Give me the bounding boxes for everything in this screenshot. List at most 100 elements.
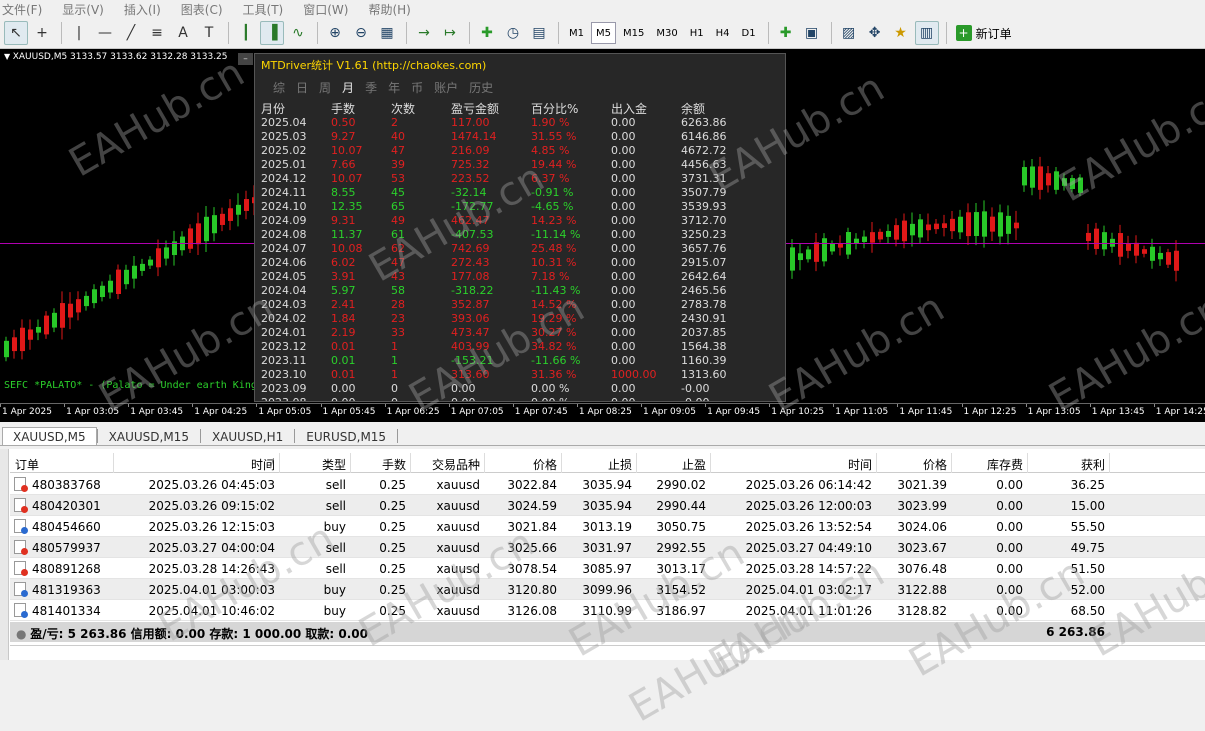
menu-item[interactable]: 文件(F) (2, 1, 42, 18)
auto-scroll-icon[interactable]: → (412, 21, 436, 45)
column-header[interactable]: 价格 (497, 456, 557, 473)
terminal-icon[interactable]: ▥ (914, 21, 939, 45)
candle-body (830, 243, 835, 252)
stats-tab[interactable]: 历史 (469, 79, 493, 96)
navigator-icon[interactable]: ✥ (863, 21, 887, 45)
new-chart-icon[interactable]: ✚ (774, 21, 798, 45)
tick-mark (1025, 404, 1027, 407)
cursor-icon[interactable]: ↖ (4, 21, 28, 45)
menu-item[interactable]: 图表(C) (181, 1, 223, 18)
timeframe-h1-button[interactable]: H1 (685, 22, 709, 44)
column-header[interactable]: 价格 (887, 456, 947, 473)
tile-windows-icon[interactable]: ▦ (375, 21, 399, 45)
zoom-out-icon[interactable]: ⊖ (349, 21, 373, 45)
stats-tab[interactable]: 账户 (434, 79, 458, 96)
stats-tab[interactable]: 季 (365, 79, 377, 96)
timeframe-d1-button[interactable]: D1 (737, 22, 761, 44)
table-row[interactable]: 481401334 2025.04.01 10:46:02 buy 0.25 xauus… (10, 600, 1205, 621)
new-order-button[interactable]: + 新订单 (952, 21, 1016, 45)
channel-icon[interactable]: ≡ (145, 21, 169, 45)
column-header[interactable]: 库存费 (963, 456, 1023, 473)
column-header[interactable]: 类型 (286, 456, 346, 473)
cell-tp: 2992.55 (656, 541, 706, 555)
menu-item[interactable]: 显示(V) (62, 1, 104, 18)
favorites-icon[interactable]: ★ (889, 21, 913, 45)
column-header[interactable]: 止损 (572, 456, 632, 473)
line-chart-icon[interactable]: ∿ (286, 21, 310, 45)
table-row[interactable]: 480383768 2025.03.26 04:45:03 sell 0.25 xauu… (10, 474, 1205, 495)
bar-chart-icon[interactable]: ┃ (234, 21, 258, 45)
profiles-icon[interactable]: ▣ (800, 21, 824, 45)
stats-tab[interactable]: 综 (273, 79, 285, 96)
panel-minimize-button[interactable]: – (238, 53, 253, 65)
column-divider (951, 453, 952, 473)
stats-cell-lots: 0.00 (331, 382, 356, 395)
menu-item[interactable]: 帮助(H) (368, 1, 410, 18)
horizontal-line-icon[interactable]: — (93, 21, 117, 45)
chart-tab[interactable]: EURUSD,M15 (295, 427, 397, 445)
stats-cell-count: 53 (391, 172, 405, 185)
table-row[interactable]: 480420301 2025.03.26 09:15:02 sell 0.25 xauu… (10, 495, 1205, 516)
stats-row: 2023.12 0.01 1 403.99 34.82 % 0.00 1564.38 (255, 340, 785, 354)
indicators-icon[interactable]: ✚ (475, 21, 499, 45)
market-watch-icon[interactable]: ▨ (837, 21, 861, 45)
candlestick-icon[interactable]: ▐ (260, 21, 284, 45)
toolbar-separator (228, 22, 229, 44)
order-sell-icon (14, 477, 28, 492)
candle-body (124, 269, 129, 285)
column-header[interactable]: 手数 (346, 456, 406, 473)
toolbar-separator (469, 22, 470, 44)
table-row[interactable]: 480454660 2025.03.26 12:15:03 buy 0.25 xauus… (10, 516, 1205, 537)
stats-tab[interactable]: 日 (296, 79, 308, 96)
periods-icon[interactable]: ◷ (501, 21, 525, 45)
candle-body (1046, 173, 1051, 186)
stats-cell-pct: 34.82 % (531, 340, 577, 353)
time-axis-tick: 1 Apr 07:45 (514, 407, 568, 417)
table-row[interactable]: 480891268 2025.03.28 14:26:43 sell 0.25 xauu… (10, 558, 1205, 579)
column-header[interactable]: 获利 (1045, 456, 1105, 473)
stats-cell-pct: 1.90 % (531, 116, 570, 129)
stats-cell-count: 40 (391, 130, 405, 143)
templates-icon[interactable]: ▤ (527, 21, 551, 45)
stats-tab[interactable]: 周 (319, 79, 331, 96)
zoom-in-icon[interactable]: ⊕ (323, 21, 347, 45)
price-chart[interactable]: ▼ XAUUSD,M5 3133.57 3133.62 3132.28 3133… (0, 49, 1205, 422)
chart-shift-icon[interactable]: ↦ (438, 21, 462, 45)
timeframe-m5-button[interactable]: M5 (591, 22, 616, 44)
stats-tab[interactable]: 币 (411, 79, 423, 96)
menu-item[interactable]: 工具(T) (243, 1, 284, 18)
column-header[interactable]: 时间 (812, 456, 872, 473)
candle-body (1174, 250, 1179, 271)
vertical-line-icon[interactable]: | (67, 21, 91, 45)
chart-tab[interactable]: XAUUSD,M15 (98, 427, 200, 445)
column-header[interactable]: 止盈 (646, 456, 706, 473)
stats-tab[interactable]: 月 (342, 79, 354, 96)
stats-cell-pnl: 117.00 (451, 116, 490, 129)
column-header[interactable]: 交易品种 (420, 456, 480, 473)
timeframe-m30-button[interactable]: M30 (651, 22, 682, 44)
timeframe-m15-button[interactable]: M15 (618, 22, 649, 44)
text-label-icon[interactable]: T (197, 21, 221, 45)
text-icon[interactable]: A (171, 21, 195, 45)
timeframe-h4-button[interactable]: H4 (711, 22, 735, 44)
chart-menu-icon[interactable]: ▼ (4, 52, 13, 61)
stats-cell-lots: 5.97 (331, 284, 356, 297)
stats-cell-month: 2024.05 (261, 270, 307, 283)
stats-cell-month: 2024.12 (261, 172, 307, 185)
crosshair-icon[interactable]: + (30, 21, 54, 45)
chart-tab[interactable]: XAUUSD,M5 (2, 427, 97, 445)
trendline-icon[interactable]: ╱ (119, 21, 143, 45)
column-divider (876, 453, 877, 473)
tick-mark (320, 404, 322, 407)
column-header[interactable]: 订单 (15, 456, 39, 473)
stats-cell-lots: 7.66 (331, 158, 356, 171)
table-row[interactable]: 480579937 2025.03.27 04:00:04 sell 0.25 xauu… (10, 537, 1205, 558)
menu-item[interactable]: 窗口(W) (303, 1, 348, 18)
chart-tab[interactable]: XAUUSD,H1 (201, 427, 294, 445)
stats-tab[interactable]: 年 (388, 79, 400, 96)
menu-item[interactable]: 插入(I) (124, 1, 161, 18)
summary-total: 6 263.86 (1046, 625, 1105, 639)
column-header[interactable]: 时间 (215, 456, 275, 473)
table-row[interactable]: 481319363 2025.04.01 03:00:03 buy 0.25 xauus… (10, 579, 1205, 600)
timeframe-m1-button[interactable]: M1 (564, 22, 589, 44)
